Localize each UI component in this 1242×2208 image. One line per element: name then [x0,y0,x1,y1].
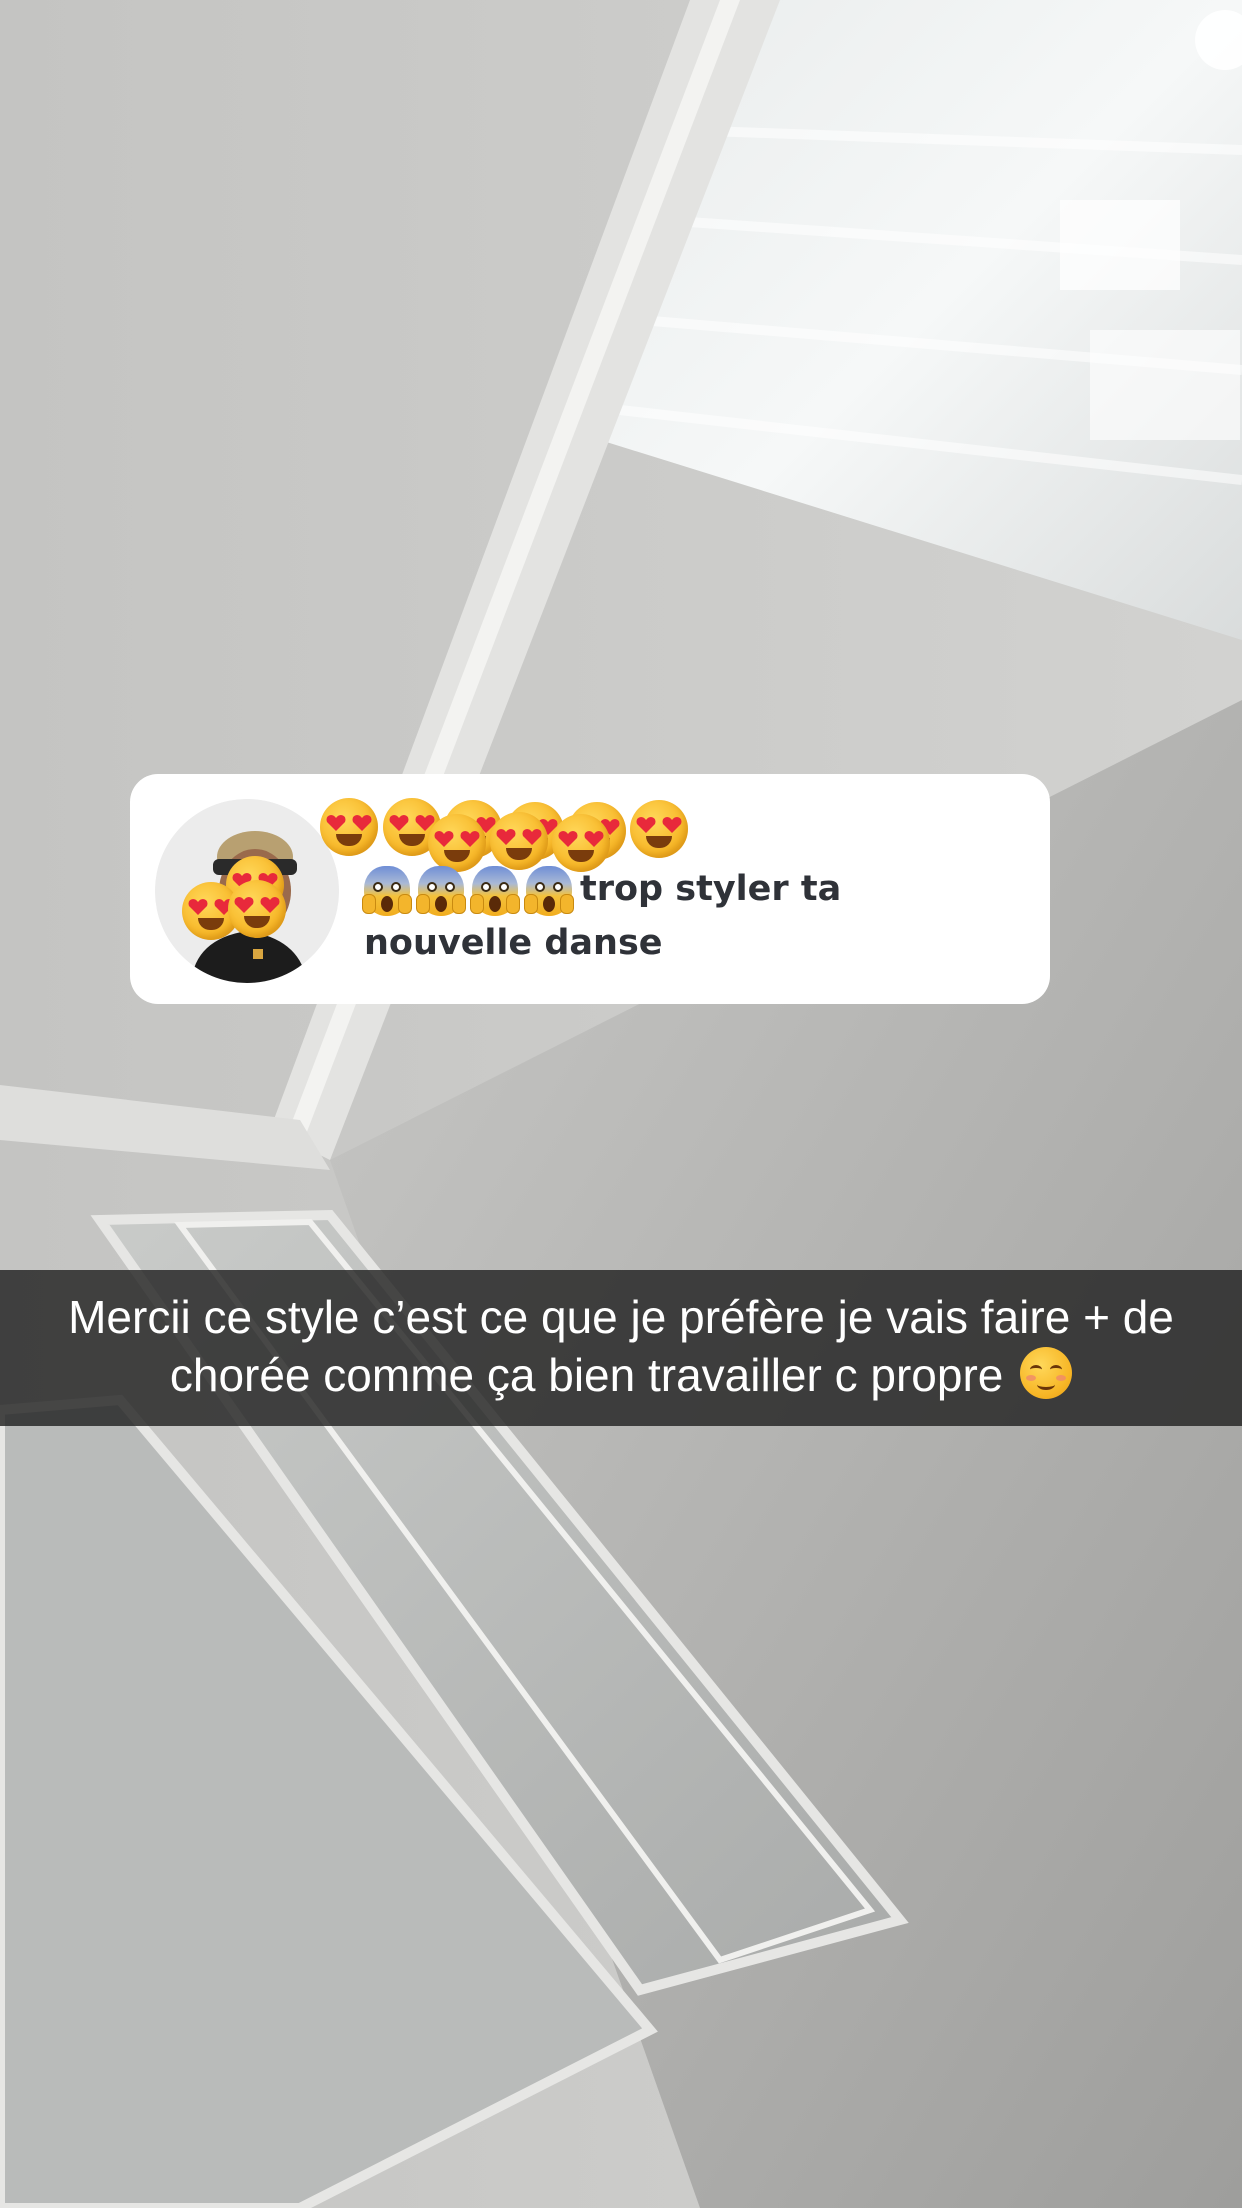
heart-eyes-emoji-icon [630,800,688,858]
reply-message-text: trop styler ta nouvelle danse [364,869,842,963]
story-photo-background [0,0,1242,2208]
caption-text-line: Mercii ce style c’est ce que je préfère … [0,1288,1242,1404]
photo-scene [0,0,1242,2208]
snap-caption-bar[interactable]: Mercii ce style c’est ce que je préfère … [0,1270,1242,1426]
smiling-face-icon [1020,1347,1073,1399]
caption-text: Mercii ce style c’est ce que je préfère … [68,1291,1174,1401]
heart-eyes-emoji-icon [320,798,378,856]
heart-eyes-emoji-icon [228,880,286,938]
